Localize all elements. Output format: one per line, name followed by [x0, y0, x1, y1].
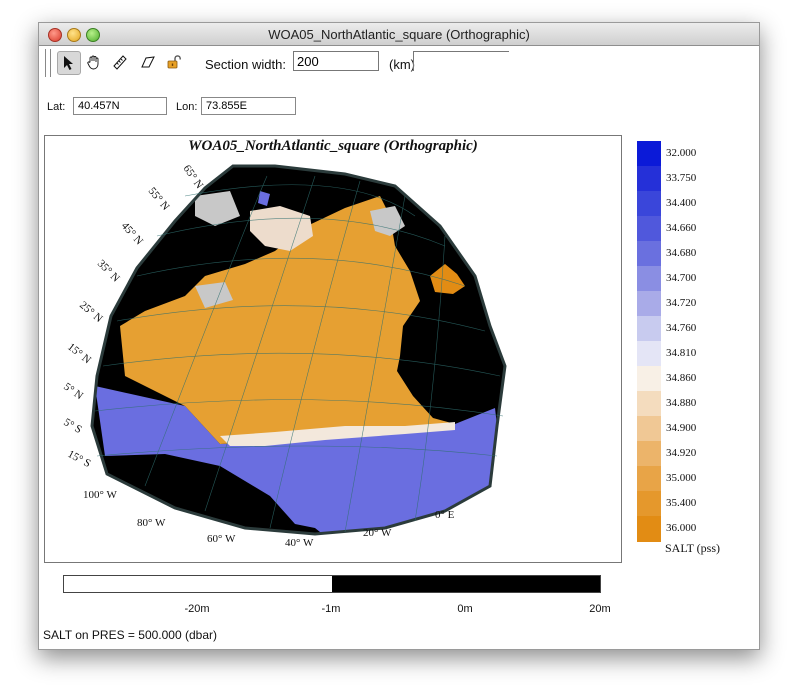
legend-value-label: 34.700	[666, 271, 697, 284]
lat-label-35n: 35° N	[95, 258, 122, 285]
map-panel[interactable]: WOA05_NorthAtlantic_square (Orthographic…	[44, 135, 622, 563]
legend-swatch	[637, 366, 661, 392]
lat-label-55n: 55° N	[146, 185, 172, 213]
legend-swatch	[637, 166, 661, 192]
app-window: WOA05_NorthAtlantic_square (Orthographic…	[38, 22, 760, 650]
hand-icon	[87, 55, 99, 70]
legend-value-label: 33.750	[666, 171, 697, 184]
toolbar: Section width: (km)	[43, 47, 743, 79]
extra-field[interactable]	[413, 51, 509, 71]
arrow-pointer-icon	[64, 56, 73, 70]
lat-label-5s: 5° S	[62, 416, 84, 436]
legend-value-label: 32.000	[666, 146, 697, 159]
lat-label-5n: 5° N	[61, 381, 85, 403]
legend-value-label: 34.810	[666, 346, 697, 359]
legend-swatch	[637, 341, 661, 367]
section-width-unit: (km)	[389, 57, 415, 72]
legend-swatch	[637, 391, 661, 417]
legend-swatch	[637, 491, 661, 517]
legend-value-label: 34.760	[666, 321, 697, 334]
lon-field[interactable]	[201, 97, 296, 115]
legend-value-label: 34.720	[666, 296, 697, 309]
lock-tool-button[interactable]	[163, 51, 185, 73]
lat-label-65n: 65° N	[181, 163, 206, 191]
lat-label-15s: 15° S	[66, 448, 93, 470]
window-title: WOA05_NorthAtlantic_square (Orthographic…	[268, 27, 530, 42]
lat-field[interactable]	[73, 97, 167, 115]
legend-value-label: 34.880	[666, 396, 697, 409]
legend-value-label: 35.400	[666, 496, 697, 509]
legend-swatch	[637, 291, 661, 317]
section-width-input[interactable]	[293, 51, 379, 71]
legend-value-label: 36.000	[666, 521, 697, 534]
legend-swatch	[637, 516, 661, 542]
legend-unit-label: SALT (pss)	[665, 541, 721, 555]
map-canvas[interactable]: 65° N 55° N 45° N 35° N 25° N 15° N 5° N…	[45, 136, 621, 562]
lat-label-45n: 45° N	[119, 220, 145, 247]
section-width-label: Section width:	[205, 57, 286, 72]
legend-swatch	[637, 141, 661, 167]
lon-label-20w: 20° W	[363, 527, 392, 539]
legend-swatch	[637, 191, 661, 217]
legend-swatch	[637, 441, 661, 467]
depth-tick-0: 0m	[457, 603, 473, 615]
polygon-icon	[141, 56, 155, 68]
legend-value-label: 35.000	[666, 471, 697, 484]
padlock-icon	[167, 55, 181, 69]
status-text: SALT on PRES = 500.000 (dbar)	[43, 628, 217, 642]
depth-bar[interactable]	[63, 575, 601, 593]
legend-value-label: 34.400	[666, 196, 697, 209]
lat-label: Lat:	[47, 101, 66, 113]
lon-label-40w: 40° W	[285, 537, 314, 549]
lon-label: Lon:	[176, 101, 198, 113]
legend-swatch	[637, 316, 661, 342]
ruler-tool-button[interactable]	[109, 51, 131, 73]
lat-label-15n: 15° N	[65, 341, 93, 367]
lon-label-80w: 80° W	[137, 517, 166, 529]
pointer-tool-button[interactable]	[57, 51, 81, 75]
title-bar: WOA05_NorthAtlantic_square (Orthographic…	[39, 23, 759, 46]
legend-swatch	[637, 241, 661, 267]
legend-swatch	[637, 216, 661, 242]
lon-label-100w: 100° W	[83, 489, 117, 501]
lat-label-25n: 25° N	[77, 299, 105, 325]
legend-value-label: 34.920	[666, 446, 697, 459]
section-tool-button[interactable]	[137, 51, 159, 73]
legend-value-label: 34.680	[666, 246, 697, 259]
legend-swatch	[637, 416, 661, 442]
legend-value-label: 34.860	[666, 371, 697, 384]
depth-tick-neg20: -20m	[184, 603, 210, 615]
ruler-icon	[113, 55, 127, 70]
legend-swatch	[637, 266, 661, 292]
depth-tick-neg1: -1m	[321, 603, 341, 615]
legend-swatch	[637, 466, 661, 492]
lon-label-0e: 0° E	[435, 509, 455, 521]
legend-value-label: 34.900	[666, 421, 697, 434]
legend-value-label: 34.660	[666, 221, 697, 234]
lon-label-60w: 60° W	[207, 533, 236, 545]
depth-tick-20: 20m	[589, 603, 611, 615]
pan-tool-button[interactable]	[83, 51, 105, 73]
toolbar-grip[interactable]	[45, 49, 51, 77]
